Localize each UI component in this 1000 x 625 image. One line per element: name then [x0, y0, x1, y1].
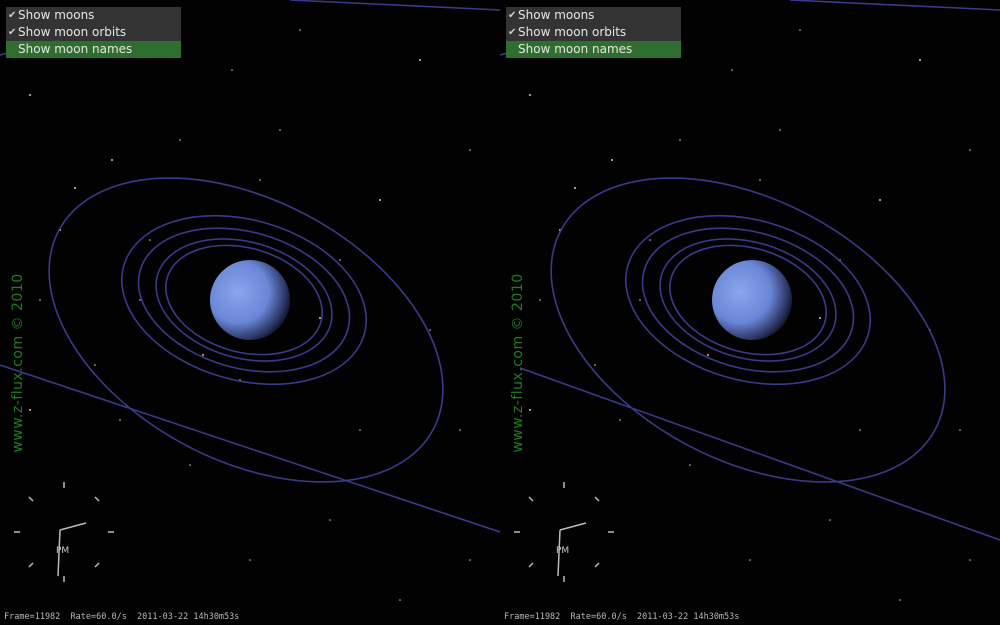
clock-widget: PM [12, 480, 116, 584]
neptune-planet [712, 260, 792, 340]
menu-item-label: Show moons [518, 8, 595, 22]
checkmark-icon: ✔ [8, 27, 17, 38]
menu-item-show-moon-orbits[interactable]: ✔ Show moon orbits [6, 24, 181, 41]
status-bar: Frame=11982 Rate=60.0/s 2011-03-22 14h30… [4, 612, 240, 622]
checkmark-icon: ✔ [508, 27, 517, 38]
clock-widget: PM [512, 480, 616, 584]
status-bar: Frame=11982 Rate=60.0/s 2011-03-22 14h30… [504, 612, 740, 622]
menu-item-show-moon-orbits[interactable]: ✔ Show moon orbits [506, 24, 681, 41]
menu-item-show-moons[interactable]: ✔ Show moons [506, 7, 681, 24]
clock-face-icon [514, 482, 614, 582]
menu-item-show-moon-names[interactable]: Show moon names [6, 41, 181, 58]
menu-item-show-moons[interactable]: ✔ Show moons [6, 7, 181, 24]
watermark-text: www.z-flux.com © 2010 [10, 273, 26, 453]
clock-ampm-label: PM [56, 546, 70, 556]
menu-item-label: Show moon names [18, 42, 133, 56]
neptune-planet [210, 260, 290, 340]
clock-ampm-label: PM [556, 546, 570, 556]
checkmark-icon: ✔ [8, 10, 17, 21]
clock-face-icon [14, 482, 114, 582]
menu-item-label: Show moon orbits [518, 25, 627, 39]
options-menu: ✔ Show moons ✔ Show moon orbits Show moo… [506, 7, 681, 58]
menu-item-label: Show moons [18, 8, 95, 22]
viewport-right[interactable]: ✔ Show moons ✔ Show moon orbits Show moo… [500, 0, 1000, 625]
options-menu: ✔ Show moons ✔ Show moon orbits Show moo… [6, 7, 181, 58]
menu-item-label: Show moon orbits [18, 25, 127, 39]
menu-item-show-moon-names[interactable]: Show moon names [506, 41, 681, 58]
checkmark-icon: ✔ [508, 10, 517, 21]
watermark-text: www.z-flux.com © 2010 [510, 273, 526, 453]
menu-item-label: Show moon names [518, 42, 633, 56]
viewport-left[interactable]: ✔ Show moons ✔ Show moon orbits Show moo… [0, 0, 500, 625]
